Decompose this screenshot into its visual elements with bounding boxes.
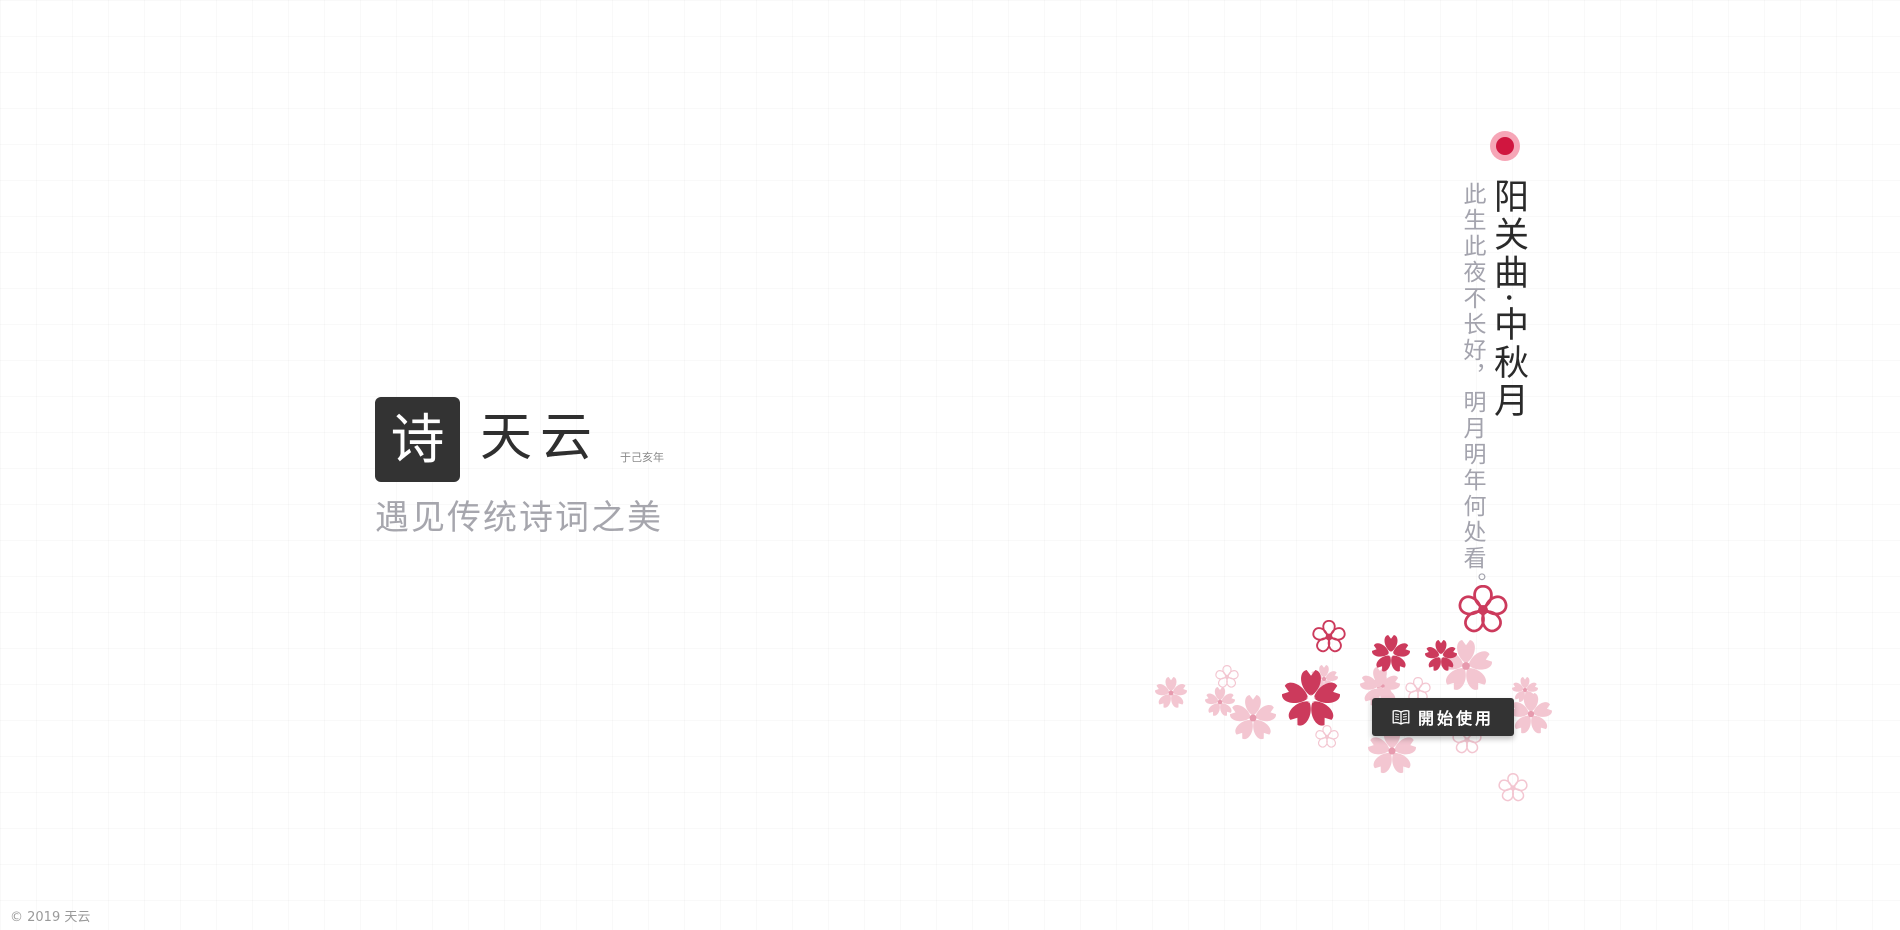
since-label: 于己亥年 bbox=[620, 451, 664, 464]
blossom-icon bbox=[1230, 695, 1276, 741]
blossom-icon bbox=[1498, 773, 1528, 803]
site-name: 天云 bbox=[480, 408, 601, 468]
blossom-icon bbox=[1155, 677, 1187, 709]
blossom-icon bbox=[1315, 725, 1339, 749]
start-button-label: 開始使用 bbox=[1417, 709, 1494, 728]
logo-badge: 诗 bbox=[375, 397, 460, 482]
blossom-icon bbox=[1312, 620, 1346, 654]
blossom-icon bbox=[1512, 677, 1538, 703]
slogan: 遇见传统诗词之美 bbox=[375, 498, 663, 538]
blossom-icon bbox=[1372, 635, 1410, 673]
blossom-icon bbox=[1215, 665, 1239, 689]
book-icon bbox=[1392, 709, 1410, 725]
blossom-icon bbox=[1282, 670, 1340, 728]
footer-copyright: © 2019 天云 bbox=[10, 910, 91, 925]
poem-line: 此生此夜不长好，明月明年何处看。 bbox=[1459, 182, 1485, 598]
blossom-icon bbox=[1372, 675, 1394, 697]
brand-block: 诗 天云 于己亥年 遇见传统诗词之美 bbox=[375, 397, 735, 547]
blossom-icon bbox=[1458, 585, 1508, 635]
red-seal-dot bbox=[1490, 131, 1520, 161]
poem-title: 阳关曲·中秋月 bbox=[1488, 178, 1528, 421]
blossom-icon bbox=[1425, 640, 1457, 672]
start-button[interactable]: 開始使用 bbox=[1372, 698, 1514, 736]
